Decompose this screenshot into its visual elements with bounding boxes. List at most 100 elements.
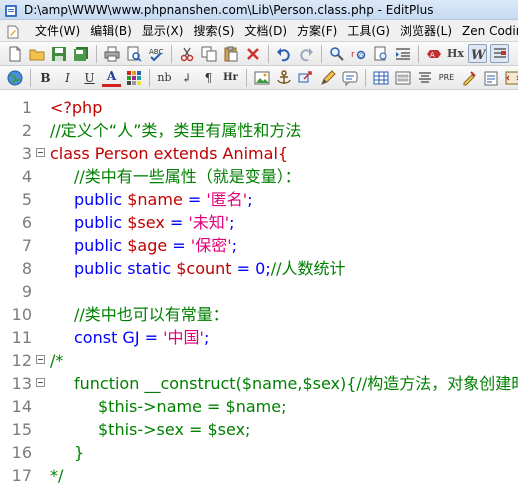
edit-pencil-icon[interactable]	[318, 68, 337, 87]
code-line[interactable]: 3 class Person extends Animal{	[0, 142, 518, 165]
code-token: '未知'	[188, 213, 230, 232]
menu-zen-coding[interactable]: Zen Coding	[457, 24, 518, 38]
table-icon[interactable]	[371, 68, 390, 87]
form-icon[interactable]	[393, 68, 412, 87]
code-line[interactable]: 16}	[0, 441, 518, 464]
find-icon[interactable]	[327, 44, 346, 63]
print-icon[interactable]	[102, 44, 121, 63]
menu-browser[interactable]: 浏览器(L)	[395, 22, 457, 39]
fold-collapse-icon[interactable]	[36, 378, 45, 387]
fold-collapse-icon[interactable]	[36, 148, 45, 157]
code-token: //人数统计	[270, 259, 346, 278]
code-text: public $name = '匿名';	[74, 188, 253, 211]
line-number: 13	[11, 374, 32, 393]
print-preview-icon[interactable]	[124, 44, 143, 63]
menu-document[interactable]: 文档(D)	[239, 22, 292, 39]
preformatted-button[interactable]: PRE	[437, 68, 456, 87]
code-line[interactable]: 2 //定义个“人”类，类里有属性和方法	[0, 119, 518, 142]
code-token: '保密'	[190, 236, 232, 255]
code-line[interactable]: 4 //类中有一些属性（就是变量）：	[0, 165, 518, 188]
highlight-icon[interactable]	[459, 68, 478, 87]
find-in-files-icon[interactable]	[371, 44, 390, 63]
code-token: $count	[176, 259, 232, 278]
line-number: 8	[21, 259, 32, 278]
code-line[interactable]: 11 const GJ = '中国';	[0, 326, 518, 349]
menu-view[interactable]: 显示(X)	[137, 22, 189, 39]
new-file-icon[interactable]	[5, 44, 24, 63]
code-token: $this->sex = $sex;	[98, 420, 251, 439]
line-break-button[interactable]: ↲	[177, 68, 196, 87]
code-token: =	[182, 190, 207, 209]
code-line[interactable]: 8 public static $count = 0;//人数统计	[0, 257, 518, 280]
window-title: D:\amp\WWW\www.phpnanshen.com\Lib\Person…	[24, 2, 434, 17]
code-line[interactable]: 6 public $sex = '未知';	[0, 211, 518, 234]
code-token: */	[50, 466, 64, 485]
code-line[interactable]: 5 public $name = '匿名';	[0, 188, 518, 211]
menu-file[interactable]: 文件(W)	[30, 22, 85, 39]
delete-icon[interactable]	[243, 44, 262, 63]
line-number: 6	[21, 213, 32, 232]
copy-icon[interactable]	[199, 44, 218, 63]
code-line[interactable]: 7 public $age = '保密';	[0, 234, 518, 257]
column-select-icon[interactable]	[490, 44, 509, 63]
code-token: //类中有一些属性（就是变量）：	[74, 167, 301, 186]
fold-collapse-icon[interactable]	[36, 355, 45, 364]
list-icon[interactable]	[415, 68, 434, 87]
code-text: */	[50, 464, 63, 487]
anchor-icon[interactable]	[274, 68, 293, 87]
code-line[interactable]: 14 $this->name = $name;	[0, 395, 518, 418]
save-icon[interactable]	[49, 44, 68, 63]
code-token: '匿名'	[206, 190, 248, 209]
replace-icon[interactable]: rG	[349, 44, 368, 63]
menu-tools[interactable]: 工具(G)	[342, 22, 395, 39]
word-wrap-icon[interactable]: W	[468, 44, 487, 63]
html-toolbar-icon[interactable]: A	[424, 44, 443, 63]
document-icon[interactable]	[6, 24, 20, 38]
code-line[interactable]: 15 $this->sex = $sex;	[0, 418, 518, 441]
code-text: function __construct($name,$sex){//构造方法，…	[74, 372, 518, 395]
cut-icon[interactable]	[177, 44, 196, 63]
code-line[interactable]: 9	[0, 280, 518, 303]
redo-icon[interactable]	[296, 44, 315, 63]
link-icon[interactable]	[296, 68, 315, 87]
line-number: 7	[21, 236, 32, 255]
code-text: //类中有一些属性（就是变量）：	[74, 165, 301, 188]
indent-icon[interactable]	[393, 44, 412, 63]
code-text: const GJ = '中国';	[74, 326, 209, 349]
comment-icon[interactable]	[340, 68, 359, 87]
clipboard-icon[interactable]	[481, 68, 500, 87]
font-color-button[interactable]: A	[102, 68, 121, 87]
code-line[interactable]: 1 <?php	[0, 96, 518, 119]
hx-icon[interactable]: Hx	[446, 44, 465, 63]
toolbar-separator	[171, 44, 172, 63]
code-line[interactable]: 17 */	[0, 464, 518, 487]
line-number: 14	[11, 397, 32, 416]
horizontal-rule-button[interactable]: Hr	[221, 68, 240, 87]
image-icon[interactable]	[252, 68, 271, 87]
code-line[interactable]: 13 function __construct($name,$sex){//构造方…	[0, 372, 518, 395]
underline-button[interactable]: U	[80, 68, 99, 87]
spell-check-icon[interactable]: ABC	[146, 44, 165, 63]
paste-icon[interactable]	[221, 44, 240, 63]
nbsp-button[interactable]: nb	[155, 68, 174, 87]
browser-preview-icon[interactable]	[5, 68, 24, 87]
menu-search[interactable]: 搜索(S)	[188, 22, 239, 39]
code-line[interactable]: 10 //类中也可以有常量：	[0, 303, 518, 326]
undo-icon[interactable]	[274, 44, 293, 63]
code-editor[interactable]: 1 <?php 2 //定义个“人”类，类里有属性和方法 3 class Person e…	[0, 91, 518, 488]
code-line[interactable]: 12 /*	[0, 349, 518, 372]
paragraph-button[interactable]: ¶	[199, 68, 218, 87]
toolbar-separator	[365, 68, 366, 87]
editplus-app-icon	[4, 3, 18, 17]
save-all-icon[interactable]	[71, 44, 90, 63]
italic-button[interactable]: I	[58, 68, 77, 87]
menu-edit[interactable]: 编辑(B)	[85, 22, 137, 39]
line-number: 17	[11, 466, 32, 485]
toolbar-separator	[246, 68, 247, 87]
toolbar-separator	[418, 44, 419, 63]
color-picker-icon[interactable]	[124, 68, 143, 87]
menu-project[interactable]: 方案(F)	[292, 22, 342, 39]
bold-button[interactable]: B	[36, 68, 55, 87]
open-folder-icon[interactable]	[27, 44, 46, 63]
script-icon[interactable]	[503, 68, 518, 87]
